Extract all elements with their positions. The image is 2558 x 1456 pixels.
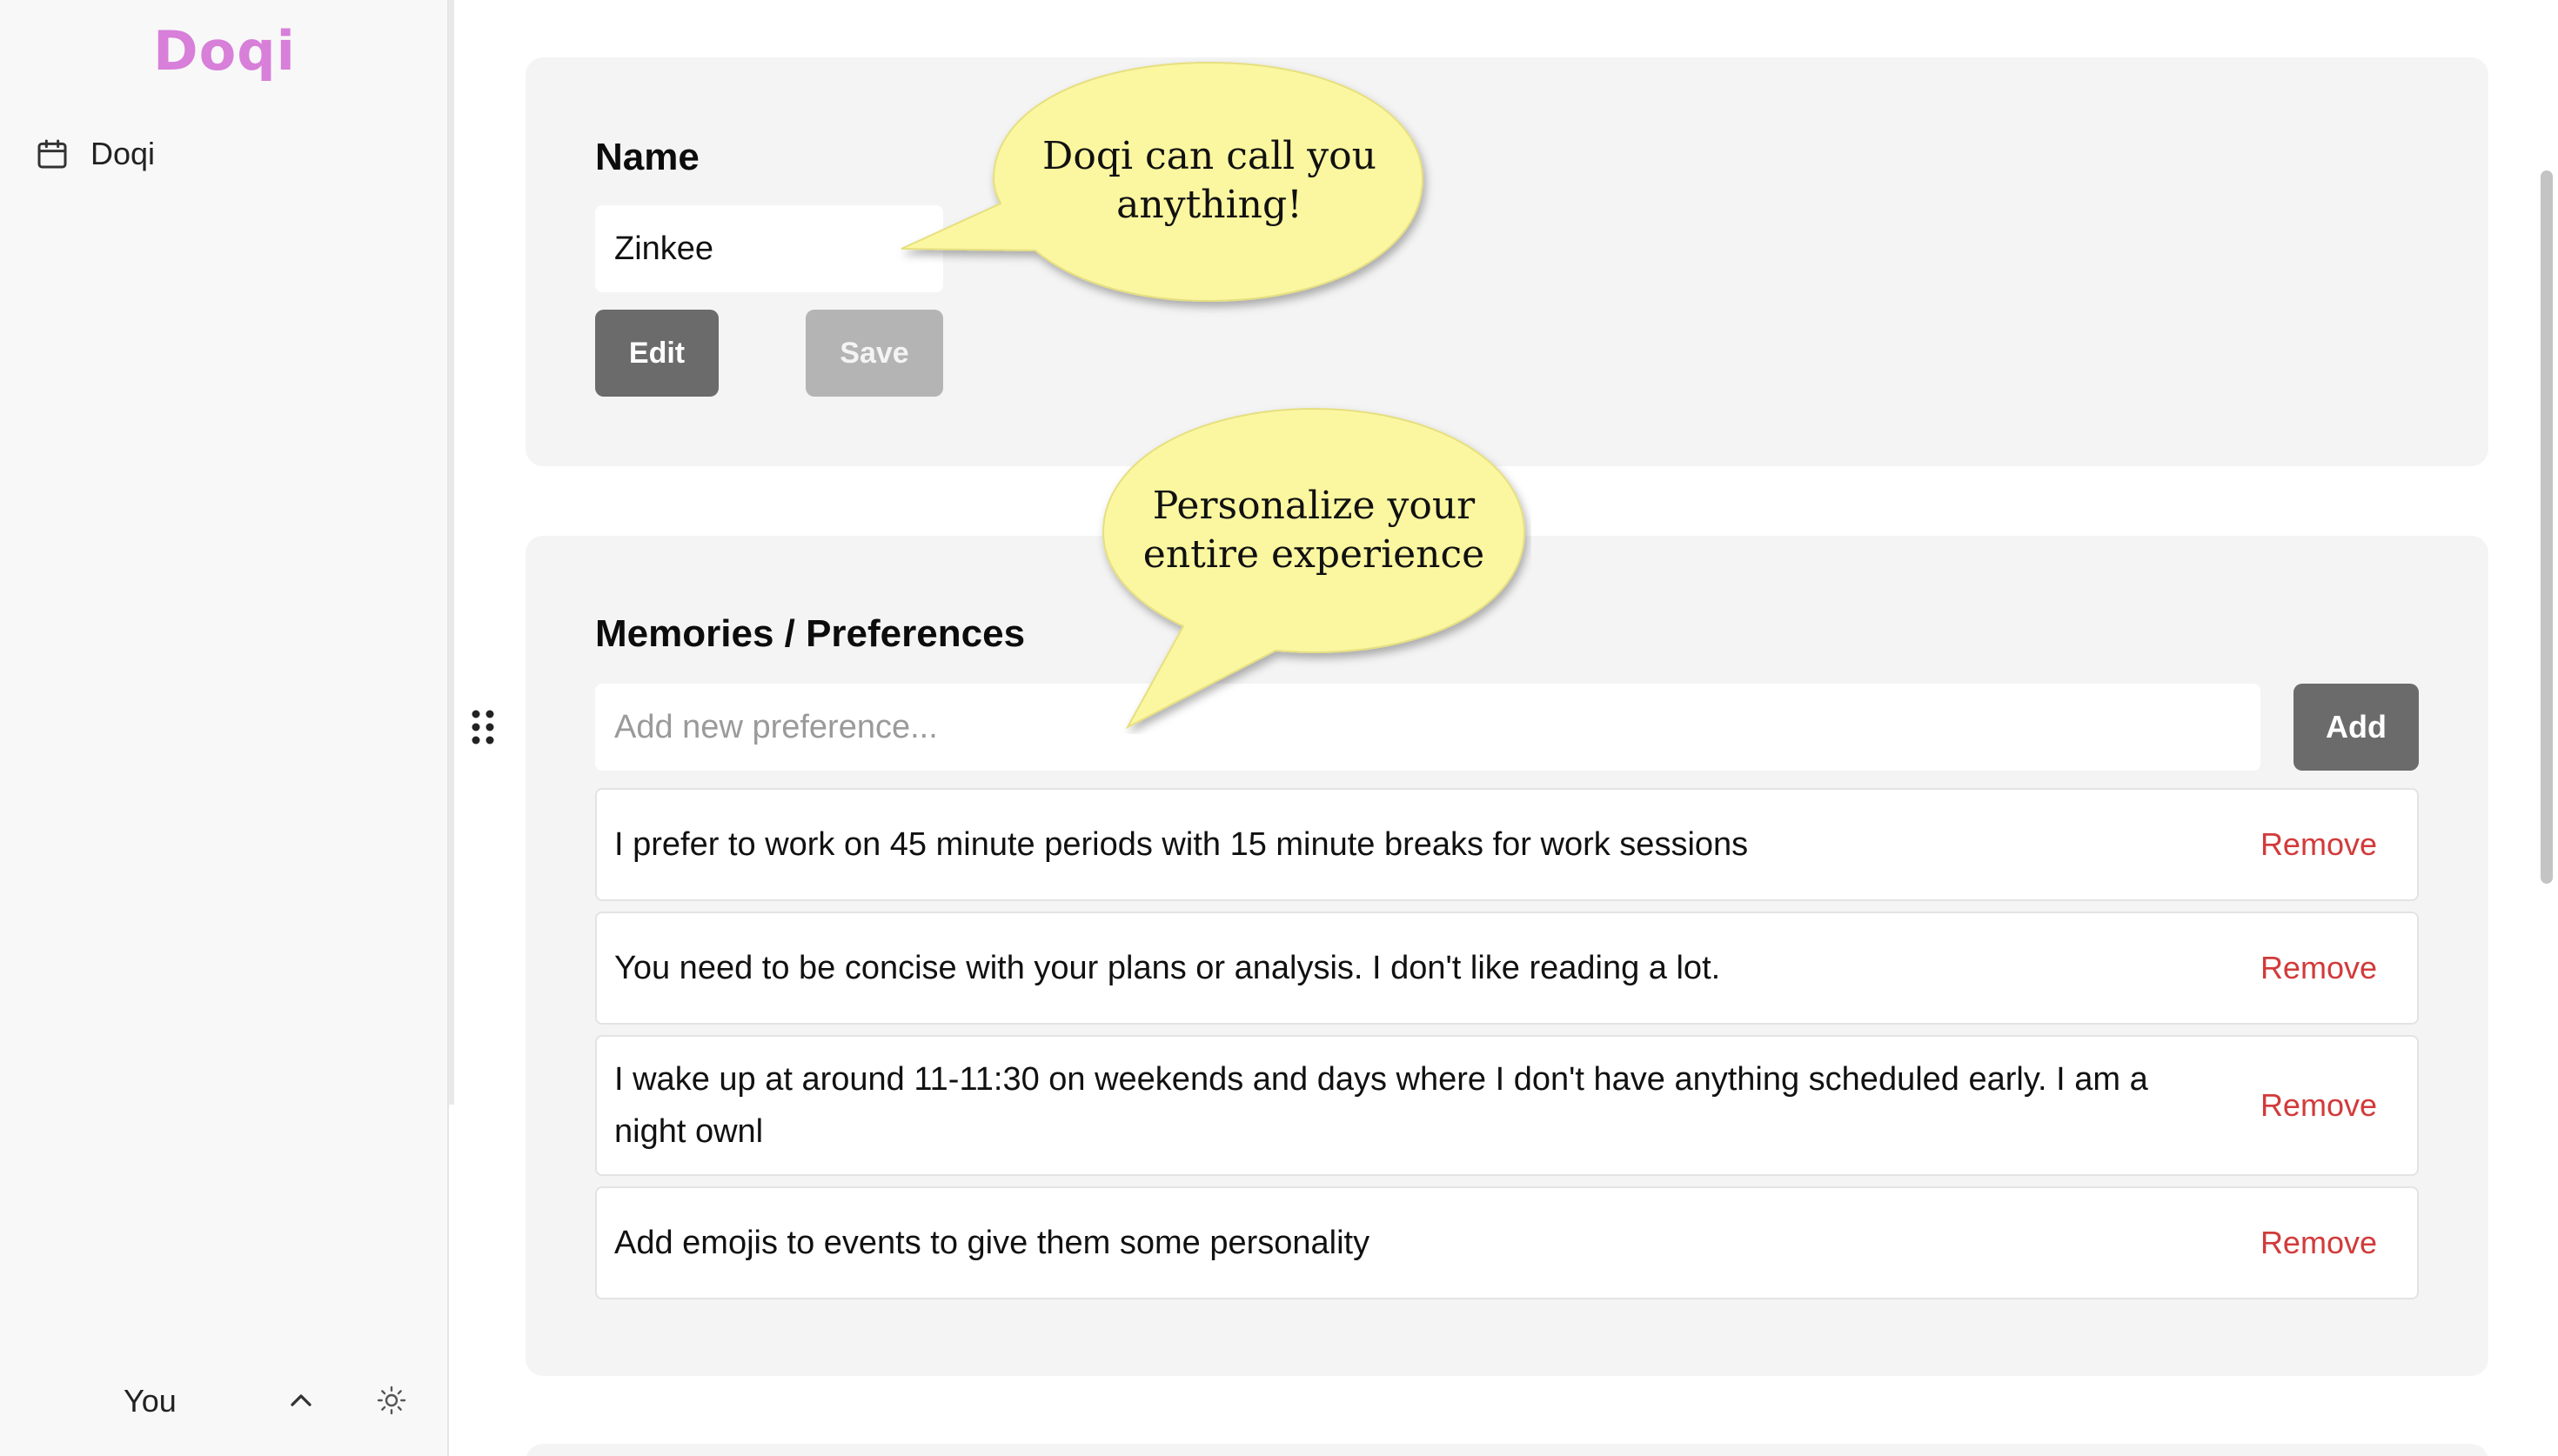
list-item: I prefer to work on 45 minute periods wi… [595, 788, 2419, 901]
callout-line: anything! [1116, 183, 1302, 227]
preference-list: I prefer to work on 45 minute periods wi… [595, 788, 2419, 1310]
chevron-up-icon[interactable] [284, 1383, 318, 1418]
memories-heading: Memories / Preferences [595, 612, 1026, 655]
preference-text: I wake up at around 11-11:30 on weekends… [614, 1061, 2148, 1150]
sidebar-item-label: Doqi [90, 136, 156, 171]
user-menu[interactable]: You [0, 1374, 449, 1426]
list-item: Add emojis to events to give them some p… [595, 1186, 2419, 1299]
preference-text: I prefer to work on 45 minute periods wi… [614, 826, 1749, 863]
callout-bubble-preferences: Personalize your entire experience [1096, 404, 1531, 734]
drag-handle-icon[interactable] [470, 708, 496, 746]
name-input[interactable] [595, 205, 943, 292]
name-heading: Name [595, 136, 700, 178]
scrollbar[interactable] [2541, 170, 2553, 884]
callout-line: Personalize your [1152, 484, 1476, 528]
remove-button[interactable]: Remove [2260, 1225, 2377, 1261]
sun-icon[interactable] [376, 1385, 407, 1416]
remove-button[interactable]: Remove [2260, 950, 2377, 986]
next-panel [526, 1444, 2488, 1456]
preference-text: You need to be concise with your plans o… [614, 950, 1721, 986]
user-name: You [124, 1383, 177, 1419]
remove-button[interactable]: Remove [2260, 826, 2377, 863]
sidebar-edge [449, 0, 454, 1105]
edit-button[interactable]: Edit [595, 310, 719, 397]
add-preference-button[interactable]: Add [2293, 684, 2419, 771]
sidebar-item-doqi[interactable]: Doqi [35, 136, 155, 172]
callout-line: Doqi can call you [1042, 134, 1376, 178]
preference-text: Add emojis to events to give them some p… [614, 1225, 1370, 1261]
list-item: You need to be concise with your plans o… [595, 912, 2419, 1025]
callout-bubble-name: Doqi can call you anything! [896, 57, 1436, 318]
sidebar: Doqi Doqi You [0, 0, 449, 1456]
remove-button[interactable]: Remove [2260, 1087, 2377, 1124]
callout-line: entire experience [1142, 532, 1485, 577]
list-item: I wake up at around 11-11:30 on weekends… [595, 1035, 2419, 1176]
calendar-icon [37, 139, 67, 169]
app-logo[interactable]: Doqi [0, 19, 449, 83]
save-button[interactable]: Save [806, 310, 943, 397]
